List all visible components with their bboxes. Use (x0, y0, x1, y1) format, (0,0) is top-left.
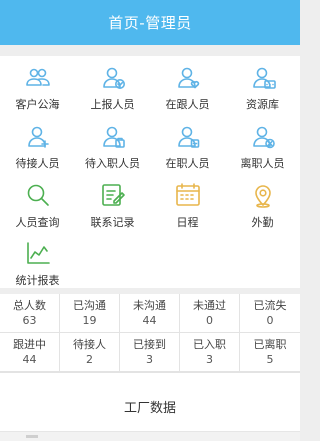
factory-data-section[interactable]: 工厂数据 (0, 372, 300, 441)
stat-cell[interactable]: 已沟通 19 (60, 294, 120, 333)
stat-label: 已沟通 (73, 299, 106, 312)
stat-cell[interactable]: 已接到 3 (120, 333, 180, 372)
stat-value: 44 (142, 314, 157, 327)
menu-item-label: 日程 (176, 216, 199, 229)
stat-label: 跟进中 (13, 338, 46, 351)
menu-item-employed-person[interactable]: 在职人员 (150, 117, 225, 173)
menu-item-label: 人员查询 (15, 216, 60, 229)
stat-label: 待接人 (73, 338, 106, 351)
menu-item-report-person[interactable]: 上报人员 (75, 58, 150, 114)
menu-item-label: 在职人员 (165, 157, 210, 170)
stat-label: 未通过 (193, 299, 226, 312)
stat-value: 3 (146, 353, 153, 366)
stat-value: 63 (22, 314, 37, 327)
menu-item-following-person[interactable]: 在跟人员 (150, 58, 225, 114)
menu-item-label: 待入职人员 (85, 157, 140, 170)
customer-pool-icon (25, 68, 50, 86)
menu-item-location-pin[interactable]: 外勤 (225, 176, 300, 232)
stat-cell[interactable]: 已离职 5 (240, 333, 300, 372)
menu-item-search[interactable]: 人员查询 (0, 176, 75, 232)
stat-cell[interactable]: 总人数 63 (0, 294, 60, 333)
app-header: 首页-管理员 (0, 0, 300, 45)
stat-cell[interactable]: 未通过 0 (180, 294, 240, 333)
menu-item-edit-record[interactable]: 联系记录 (75, 176, 150, 232)
menu-item-label: 离职人员 (240, 157, 285, 170)
pending-onboard-icon (102, 126, 125, 148)
edit-record-icon (101, 184, 125, 206)
menu-item-calendar[interactable]: 日程 (150, 176, 225, 232)
factory-data-handle (26, 435, 38, 438)
menu-item-pending-onboard[interactable]: 待入职人员 (75, 117, 150, 173)
following-person-icon (177, 67, 199, 89)
stat-label: 已入职 (193, 338, 226, 351)
page-title: 首页-管理员 (108, 14, 192, 32)
stat-label: 已接到 (133, 338, 166, 351)
stat-value: 2 (86, 353, 93, 366)
line-chart-icon (26, 242, 50, 264)
menu-item-pending-pickup[interactable]: 待接人员 (0, 117, 75, 173)
menu-item-customer-pool[interactable]: 客户公海 (0, 58, 75, 114)
stat-value: 5 (266, 353, 274, 366)
factory-data-divider (0, 431, 300, 441)
stat-label: 已离职 (253, 338, 287, 351)
menu-item-label: 客户公海 (15, 98, 60, 111)
menu-item-label: 联系记录 (90, 216, 135, 229)
report-person-icon (102, 67, 125, 89)
calendar-icon (175, 183, 200, 206)
employed-person-icon (177, 126, 199, 148)
stat-cell[interactable]: 跟进中 44 (0, 333, 60, 372)
menu-item-line-chart[interactable]: 统计报表 (0, 234, 75, 290)
stat-cell[interactable]: 未沟通 44 (120, 294, 180, 333)
stat-cell[interactable]: 已流失 0 (240, 294, 300, 333)
menu-item-label: 外勤 (251, 216, 274, 229)
resource-library-icon (252, 67, 276, 89)
location-pin-icon (254, 185, 271, 208)
menu-item-resigned-person[interactable]: 离职人员 (225, 117, 300, 173)
stats-table: 总人数 63 已沟通 19 未沟通 44 未通过 0 已流失 0 跟进中 44 待接人 2 已接到 3 已入职 3… (0, 294, 300, 372)
pending-pickup-icon (27, 126, 49, 148)
stat-cell[interactable]: 已入职 3 (180, 333, 240, 372)
resigned-person-icon (252, 126, 275, 149)
stat-value: 0 (266, 314, 274, 327)
factory-data-title: 工厂数据 (123, 401, 176, 416)
stat-label: 总人数 (13, 299, 46, 312)
menu-item-resource-library[interactable]: 资源库 (225, 58, 300, 114)
menu-item-label: 统计报表 (15, 274, 60, 287)
stat-value: 44 (22, 353, 37, 366)
menu-item-label: 上报人员 (90, 98, 135, 111)
stat-label: 已流失 (253, 299, 287, 312)
search-icon (27, 184, 49, 206)
menu-item-label: 待接人员 (15, 157, 60, 170)
menu-item-label: 资源库 (246, 98, 279, 111)
stat-cell[interactable]: 待接人 2 (60, 333, 120, 372)
stat-label: 未沟通 (133, 299, 166, 312)
stat-value: 0 (206, 314, 213, 327)
stat-value: 19 (82, 314, 97, 327)
stat-value: 3 (206, 353, 213, 366)
menu-grid: 客户公海 上报人员 在跟人员 资源库待接人员 待入职人员 在职人员 离职人员人员查询 联系记录… (0, 56, 300, 288)
menu-item-label: 在跟人员 (165, 98, 210, 111)
